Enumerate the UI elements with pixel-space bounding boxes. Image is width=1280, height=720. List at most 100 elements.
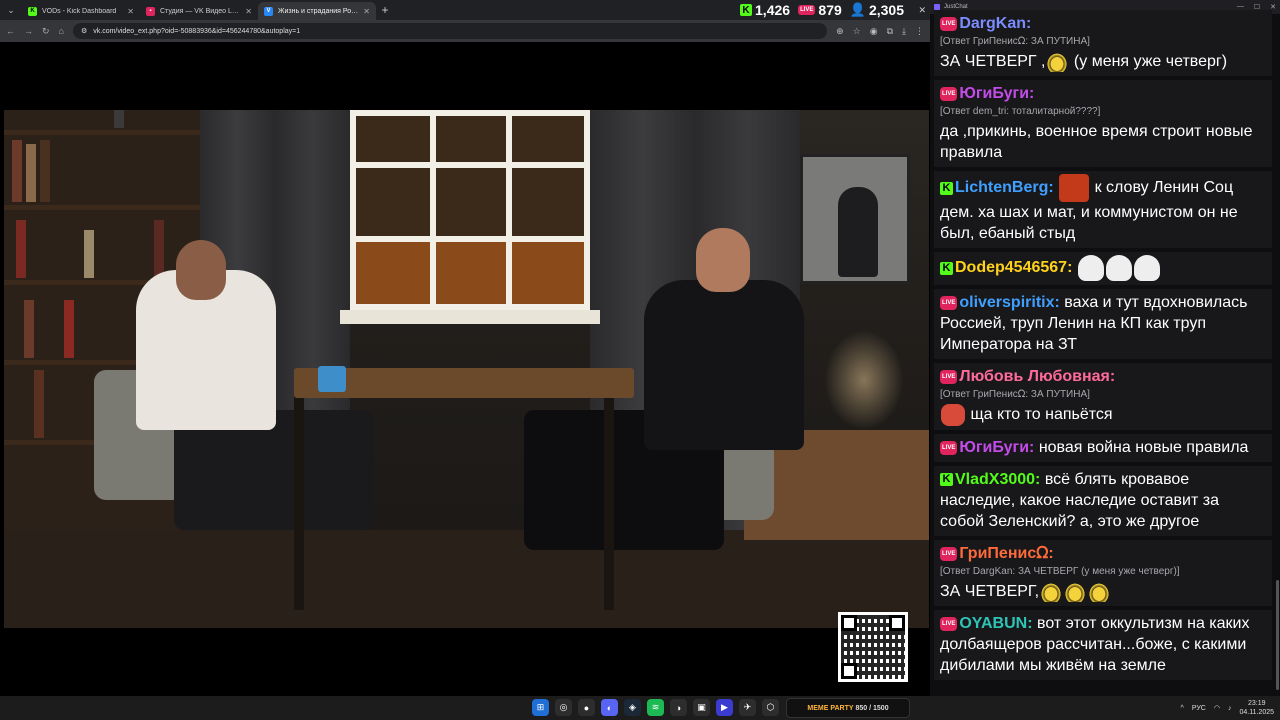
chat-username[interactable]: LichtenBerg:: [955, 179, 1054, 196]
taskbar-apps: ⊞ ◎ ● ◐ ◈ ≋ ◑ ▣ ▶ ✈ ⬡: [532, 699, 779, 716]
chat-username[interactable]: ЮгиБуги:: [959, 439, 1034, 456]
guest-head: [176, 240, 226, 300]
tab-close-icon[interactable]: ✕: [127, 7, 134, 16]
forward-icon[interactable]: →: [24, 26, 33, 36]
tab-kick-vods[interactable]: K VODs - Kick Dashboard ✕: [22, 2, 140, 20]
chat-message: LIVE ГриПенисᘯ: [Ответ DargKan: ЗА ЧЕТВЕРГ…: [934, 540, 1272, 606]
egg-emote-icon: [1064, 581, 1087, 602]
chat-username[interactable]: OYABUN:: [959, 615, 1032, 632]
app-icon[interactable]: ◑: [670, 699, 687, 716]
chat-message: K LichtenBerg: к слову Ленин Соц дем. ха …: [934, 171, 1272, 248]
obs-icon[interactable]: ●: [578, 699, 595, 716]
chat-message: K VladX3000: всё блять кровавое наследие,…: [934, 466, 1272, 536]
kick-badge-icon: K: [940, 261, 953, 275]
vk-live-badge-icon: LIVE: [940, 16, 958, 31]
ghost-emote-icon: [1105, 255, 1132, 281]
chat-message-list[interactable]: LIVE DargKan: [Ответ ГриПенисᘯ: ЗА ПУТИНА]…: [934, 10, 1272, 696]
volume-icon[interactable]: ♪: [1228, 705, 1232, 712]
tab-vk-video[interactable]: V Жизнь и страдания Рома... ✕: [258, 2, 376, 20]
player-icon[interactable]: ▶: [716, 699, 733, 716]
reload-icon[interactable]: ↻: [42, 26, 50, 37]
browser-window: ⌄ K VODs - Kick Dashboard ✕ ▪ Студия — V…: [0, 0, 930, 696]
app-icon[interactable]: ⬡: [762, 699, 779, 716]
new-tab-button[interactable]: +: [376, 3, 394, 17]
kick-logo-icon: K: [740, 4, 753, 16]
discord-icon[interactable]: ◐: [601, 699, 618, 716]
chat-message: LIVE OYABUN: вот этот оккультизм на каких…: [934, 610, 1272, 680]
kick-viewer-count: K 1,426: [740, 2, 790, 18]
chat-username[interactable]: oliverspiritix:: [959, 294, 1059, 311]
tab-title: Студия — VK Видео Live: [160, 7, 241, 15]
chat-text: (у меня уже четверг): [1073, 53, 1228, 70]
window: [350, 110, 590, 310]
lamp-glow: [824, 330, 904, 430]
chat-text: ЗА ЧЕТВЕРГ ,: [940, 53, 1046, 70]
reply-context: [Ответ ГриПенисᘯ: ЗА ПУТИНА]: [940, 389, 1090, 400]
language-indicator[interactable]: РУС: [1192, 705, 1206, 712]
window-sill: [340, 310, 600, 324]
system-tray: ^ РУС ◠ ♪ 23:19 04.11.2025: [1181, 696, 1274, 720]
chat-username[interactable]: ГриПенисᘯ:: [959, 545, 1053, 562]
close-window-icon[interactable]: ✕: [918, 5, 926, 16]
vk-viewer-count: LIVE 879: [798, 2, 842, 18]
chat-username[interactable]: VladX3000:: [955, 471, 1040, 488]
chat-text: ща кто то напьётся: [970, 406, 1113, 424]
spotify-icon[interactable]: ≋: [647, 699, 664, 716]
video-player[interactable]: [4, 110, 929, 628]
menu-dots-icon[interactable]: ⋮: [915, 26, 924, 37]
clock[interactable]: 23:19 04.11.2025: [1239, 699, 1274, 717]
url-field[interactable]: ⚙ vk.com/video_ext.php?oid=-50883936&id=…: [72, 23, 828, 39]
chat-text: ЗА ЧЕТВЕРГ,: [940, 583, 1040, 600]
start-icon[interactable]: ⊞: [532, 699, 549, 716]
chat-text: новая война новые правила: [1038, 439, 1249, 456]
person-icon: 👤: [849, 2, 866, 17]
app-icon[interactable]: ▣: [693, 699, 710, 716]
kick-badge-icon: K: [940, 181, 953, 195]
chat-username[interactable]: Любовь Любовная:: [959, 368, 1115, 385]
viewer-stats: K 1,426 LIVE 879 👤 2,305: [740, 0, 904, 20]
extension-icon[interactable]: ◉: [870, 26, 878, 37]
chat-username[interactable]: Dodep4546567:: [955, 259, 1072, 276]
browser-window-controls: ✕: [918, 0, 926, 20]
bookmark-star-icon[interactable]: ☆: [853, 26, 861, 37]
kick-badge-icon: K: [940, 473, 953, 487]
tab-vk-studio[interactable]: ▪ Студия — VK Видео Live ✕: [140, 2, 258, 20]
reply-context: [Ответ ГриПенисᘯ: ЗА ПУТИНА]: [940, 36, 1090, 47]
chat-message: LIVE ЮгиБуги: [Ответ dem_tri: тоталитарной…: [934, 80, 1272, 167]
vk-live-badge-icon: LIVE: [940, 295, 958, 310]
chat-username[interactable]: DargKan:: [959, 15, 1031, 32]
chrome-icon[interactable]: ◎: [555, 699, 572, 716]
tab-close-icon[interactable]: ✕: [363, 7, 370, 16]
puzzle-icon[interactable]: ⧉: [887, 26, 893, 37]
download-icon[interactable]: ⤓: [902, 26, 906, 37]
chat-scrollbar[interactable]: [1276, 580, 1279, 690]
floor: [4, 530, 929, 628]
ghost-emote-icon: [1077, 255, 1104, 281]
browser-toolbar: ⊕ ☆ ◉ ⧉ ⤓ ⋮: [836, 26, 924, 37]
steam-icon[interactable]: ◈: [624, 699, 641, 716]
tab-search-icon[interactable]: ⌄: [0, 0, 22, 20]
host-figure: [644, 280, 804, 450]
qr-code: [838, 612, 908, 682]
chat-message: LIVE Любовь Любовная: [Ответ ГриПенисᘯ: ЗА…: [934, 363, 1272, 430]
chat-username[interactable]: ЮгиБуги:: [959, 85, 1034, 102]
vk-live-badge-icon: LIVE: [940, 546, 958, 561]
zoom-icon[interactable]: ⊕: [836, 26, 844, 37]
chat-message: K Dodep4546567:: [934, 252, 1272, 285]
site-info-icon[interactable]: ⚙: [81, 27, 87, 35]
tab-close-icon[interactable]: ✕: [245, 7, 252, 16]
ghost-emote-icon: [1133, 255, 1160, 281]
egg-emote-icon: [1046, 51, 1069, 72]
vk-live-badge-icon: LIVE: [940, 369, 958, 384]
reply-context: [Ответ dem_tri: тоталитарной????]: [940, 106, 1101, 117]
telegram-icon[interactable]: ✈: [739, 699, 756, 716]
wifi-icon[interactable]: ◠: [1214, 704, 1220, 712]
back-icon[interactable]: ←: [6, 26, 15, 36]
vk-live-badge-icon: LIVE: [940, 440, 958, 455]
chat-message: LIVE oliverspiritix: ваха и тут вдохновил…: [934, 289, 1272, 359]
chat-window: JustChat — ☐ ✕ LIVE DargKan: [Ответ ГриПен…: [930, 0, 1280, 696]
home-icon[interactable]: ⌂: [59, 26, 64, 36]
tab-title: Жизнь и страдания Рома...: [278, 7, 359, 15]
meme-party-widget[interactable]: MEME PARTY 850 / 1500: [786, 698, 910, 718]
tray-chevron-icon[interactable]: ^: [1181, 705, 1184, 712]
